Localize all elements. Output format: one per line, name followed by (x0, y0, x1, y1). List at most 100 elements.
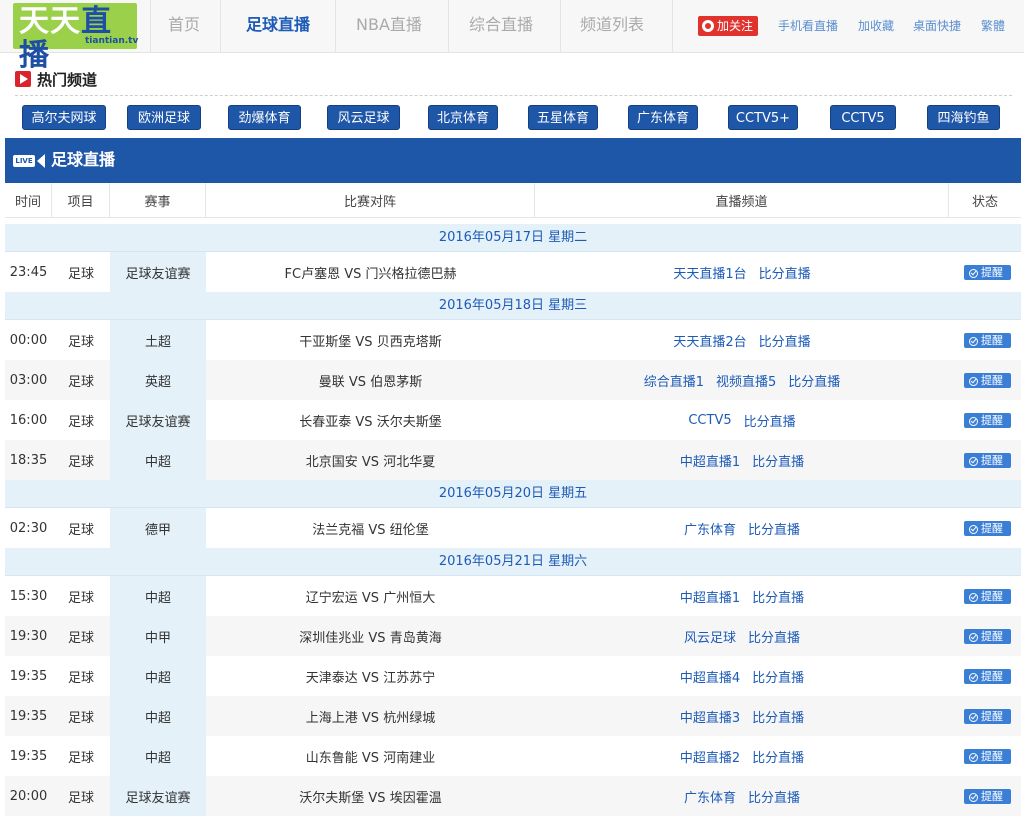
match-sport: 足球 (67, 590, 94, 606)
match-league: 中超 (110, 736, 206, 776)
channel-link[interactable]: 比分直播 (748, 787, 800, 806)
channel-link[interactable]: 比分直播 (752, 747, 804, 766)
remind-button[interactable]: 提醒 (964, 521, 1011, 536)
channel-button[interactable]: CCTV5+ (728, 105, 798, 130)
remind-button[interactable]: 提醒 (964, 749, 1011, 764)
channel-link[interactable]: 比分直播 (744, 411, 796, 430)
channel-link[interactable]: 视频直播5 (716, 371, 776, 390)
remind-button[interactable]: 提醒 (964, 453, 1011, 468)
match-league: 中甲 (110, 616, 206, 656)
channel-link[interactable]: 比分直播 (759, 331, 811, 350)
check-icon (969, 793, 978, 802)
channel-link[interactable]: 比分直播 (752, 707, 804, 726)
remind-button[interactable]: 提醒 (964, 413, 1011, 428)
channel-button[interactable]: 四海钓鱼 (927, 105, 1000, 130)
channel-link[interactable]: 比分直播 (788, 371, 840, 390)
nav-home[interactable]: 首页 (168, 15, 200, 35)
site-logo[interactable]: 天天直播 tiantian.tv (13, 3, 138, 73)
add-favorite-link[interactable]: 加收藏 (858, 18, 894, 34)
match-channels: 天天直播2台 比分直播 (535, 320, 949, 360)
channel-link[interactable]: 中超直播3 (680, 707, 740, 726)
nav-football-live[interactable]: 足球直播 (246, 15, 310, 35)
match-row: 19:30 足球 中甲 深圳佳兆业 VS 青岛黄海 风云足球 比分直播 提醒 (5, 616, 1021, 656)
header-sport: 项目 (52, 183, 110, 217)
mobile-watch-link[interactable]: 手机看直播 (778, 18, 838, 34)
remind-label: 提醒 (981, 590, 1003, 603)
channel-link[interactable]: 中超直播1 (680, 587, 740, 606)
date-label: 2016年05月21日 星期六 (438, 554, 588, 569)
remind-button[interactable]: 提醒 (964, 669, 1011, 684)
remind-button[interactable]: 提醒 (964, 629, 1011, 644)
channel-link[interactable]: 广东体育 (684, 787, 736, 806)
match-match: 干亚斯堡 VS 贝西克塔斯 (299, 334, 442, 350)
nav-channel-list[interactable]: 频道列表 (580, 15, 644, 35)
match-time: 19:30 (9, 628, 48, 644)
remind-button[interactable]: 提醒 (964, 709, 1011, 724)
check-icon (969, 417, 978, 426)
remind-label: 提醒 (981, 414, 1003, 427)
match-channels: 风云足球 比分直播 (535, 616, 949, 656)
match-row: 00:00 足球 土超 干亚斯堡 VS 贝西克塔斯 天天直播2台 比分直播 提醒 (5, 320, 1021, 360)
channel-button[interactable]: 欧洲足球 (127, 105, 201, 130)
check-icon (969, 633, 978, 642)
remind-button[interactable]: 提醒 (964, 589, 1011, 604)
channel-button[interactable]: 风云足球 (327, 105, 400, 130)
match-time: 02:30 (9, 520, 48, 536)
channel-link[interactable]: 比分直播 (748, 519, 800, 538)
channel-link[interactable]: 广东体育 (684, 519, 736, 538)
nav-general-live[interactable]: 综合直播 (469, 15, 533, 35)
match-league: 足球友谊赛 (110, 252, 206, 292)
channel-button[interactable]: 五星体育 (528, 105, 598, 130)
remind-label: 提醒 (981, 374, 1003, 387)
match-league: 英超 (110, 360, 206, 400)
nav-nba-live[interactable]: NBA直播 (356, 15, 422, 35)
traditional-chinese-link[interactable]: 繁體 (981, 18, 1005, 34)
match-channels: 综合直播1 视频直播5 比分直播 (535, 360, 949, 400)
section-header: LIVE 足球直播 (5, 138, 1021, 183)
remind-button[interactable]: 提醒 (964, 333, 1011, 348)
nav-separator (335, 0, 336, 52)
remind-label: 提醒 (981, 750, 1003, 763)
remind-button[interactable]: 提醒 (964, 789, 1011, 804)
match-channels: 中超直播1 比分直播 (535, 576, 949, 616)
channel-button[interactable]: CCTV5 (830, 105, 896, 130)
speaker-icon (37, 154, 45, 168)
match-time: 15:30 (9, 588, 48, 604)
header-time: 时间 (5, 183, 52, 217)
match-league: 中超 (110, 696, 206, 736)
remind-button[interactable]: 提醒 (964, 265, 1011, 280)
channel-link[interactable]: 风云足球 (684, 627, 736, 646)
match-sport: 足球 (67, 790, 94, 806)
channel-link[interactable]: 中超直播1 (680, 451, 740, 470)
channel-link[interactable]: 综合直播1 (644, 371, 704, 390)
channel-button[interactable]: 劲爆体育 (228, 105, 301, 130)
check-icon (969, 713, 978, 722)
match-channels: 中超直播4 比分直播 (535, 656, 949, 696)
desktop-shortcut-link[interactable]: 桌面快捷 (913, 18, 961, 34)
channel-link[interactable]: 天天直播1台 (673, 263, 746, 282)
match-match: 天津泰达 VS 江苏苏宁 (305, 670, 436, 686)
channel-button[interactable]: 北京体育 (428, 105, 498, 130)
match-sport: 足球 (67, 454, 94, 470)
channel-link[interactable]: 比分直播 (759, 263, 811, 282)
channel-link[interactable]: 比分直播 (752, 667, 804, 686)
channel-button[interactable]: 高尔夫网球 (22, 105, 106, 130)
match-time: 18:35 (9, 452, 48, 468)
remind-button[interactable]: 提醒 (964, 373, 1011, 388)
match-time: 19:35 (9, 708, 48, 724)
channel-link[interactable]: 中超直播4 (680, 667, 740, 686)
schedule-table: 时间 项目 赛事 比赛对阵 直播频道 状态 2016年05月17日 星期二 23:… (5, 183, 1021, 816)
match-sport: 足球 (67, 630, 94, 646)
channel-link[interactable]: 天天直播2台 (673, 331, 746, 350)
channel-link[interactable]: 比分直播 (748, 627, 800, 646)
channel-link[interactable]: 比分直播 (752, 451, 804, 470)
match-time: 23:45 (9, 264, 48, 280)
channel-button[interactable]: 广东体育 (628, 105, 698, 130)
channel-link[interactable]: 比分直播 (752, 587, 804, 606)
match-channels: 中超直播3 比分直播 (535, 696, 949, 736)
table-body: 2016年05月17日 星期二 23:45 足球 足球友谊赛 FC卢塞恩 VS 门兴格拉… (5, 224, 1021, 816)
channel-link[interactable]: 中超直播2 (680, 747, 740, 766)
date-row: 2016年05月17日 星期二 (5, 224, 1021, 252)
channel-link[interactable]: CCTV5 (688, 413, 731, 428)
weibo-follow-button[interactable]: 加关注 (698, 16, 758, 36)
